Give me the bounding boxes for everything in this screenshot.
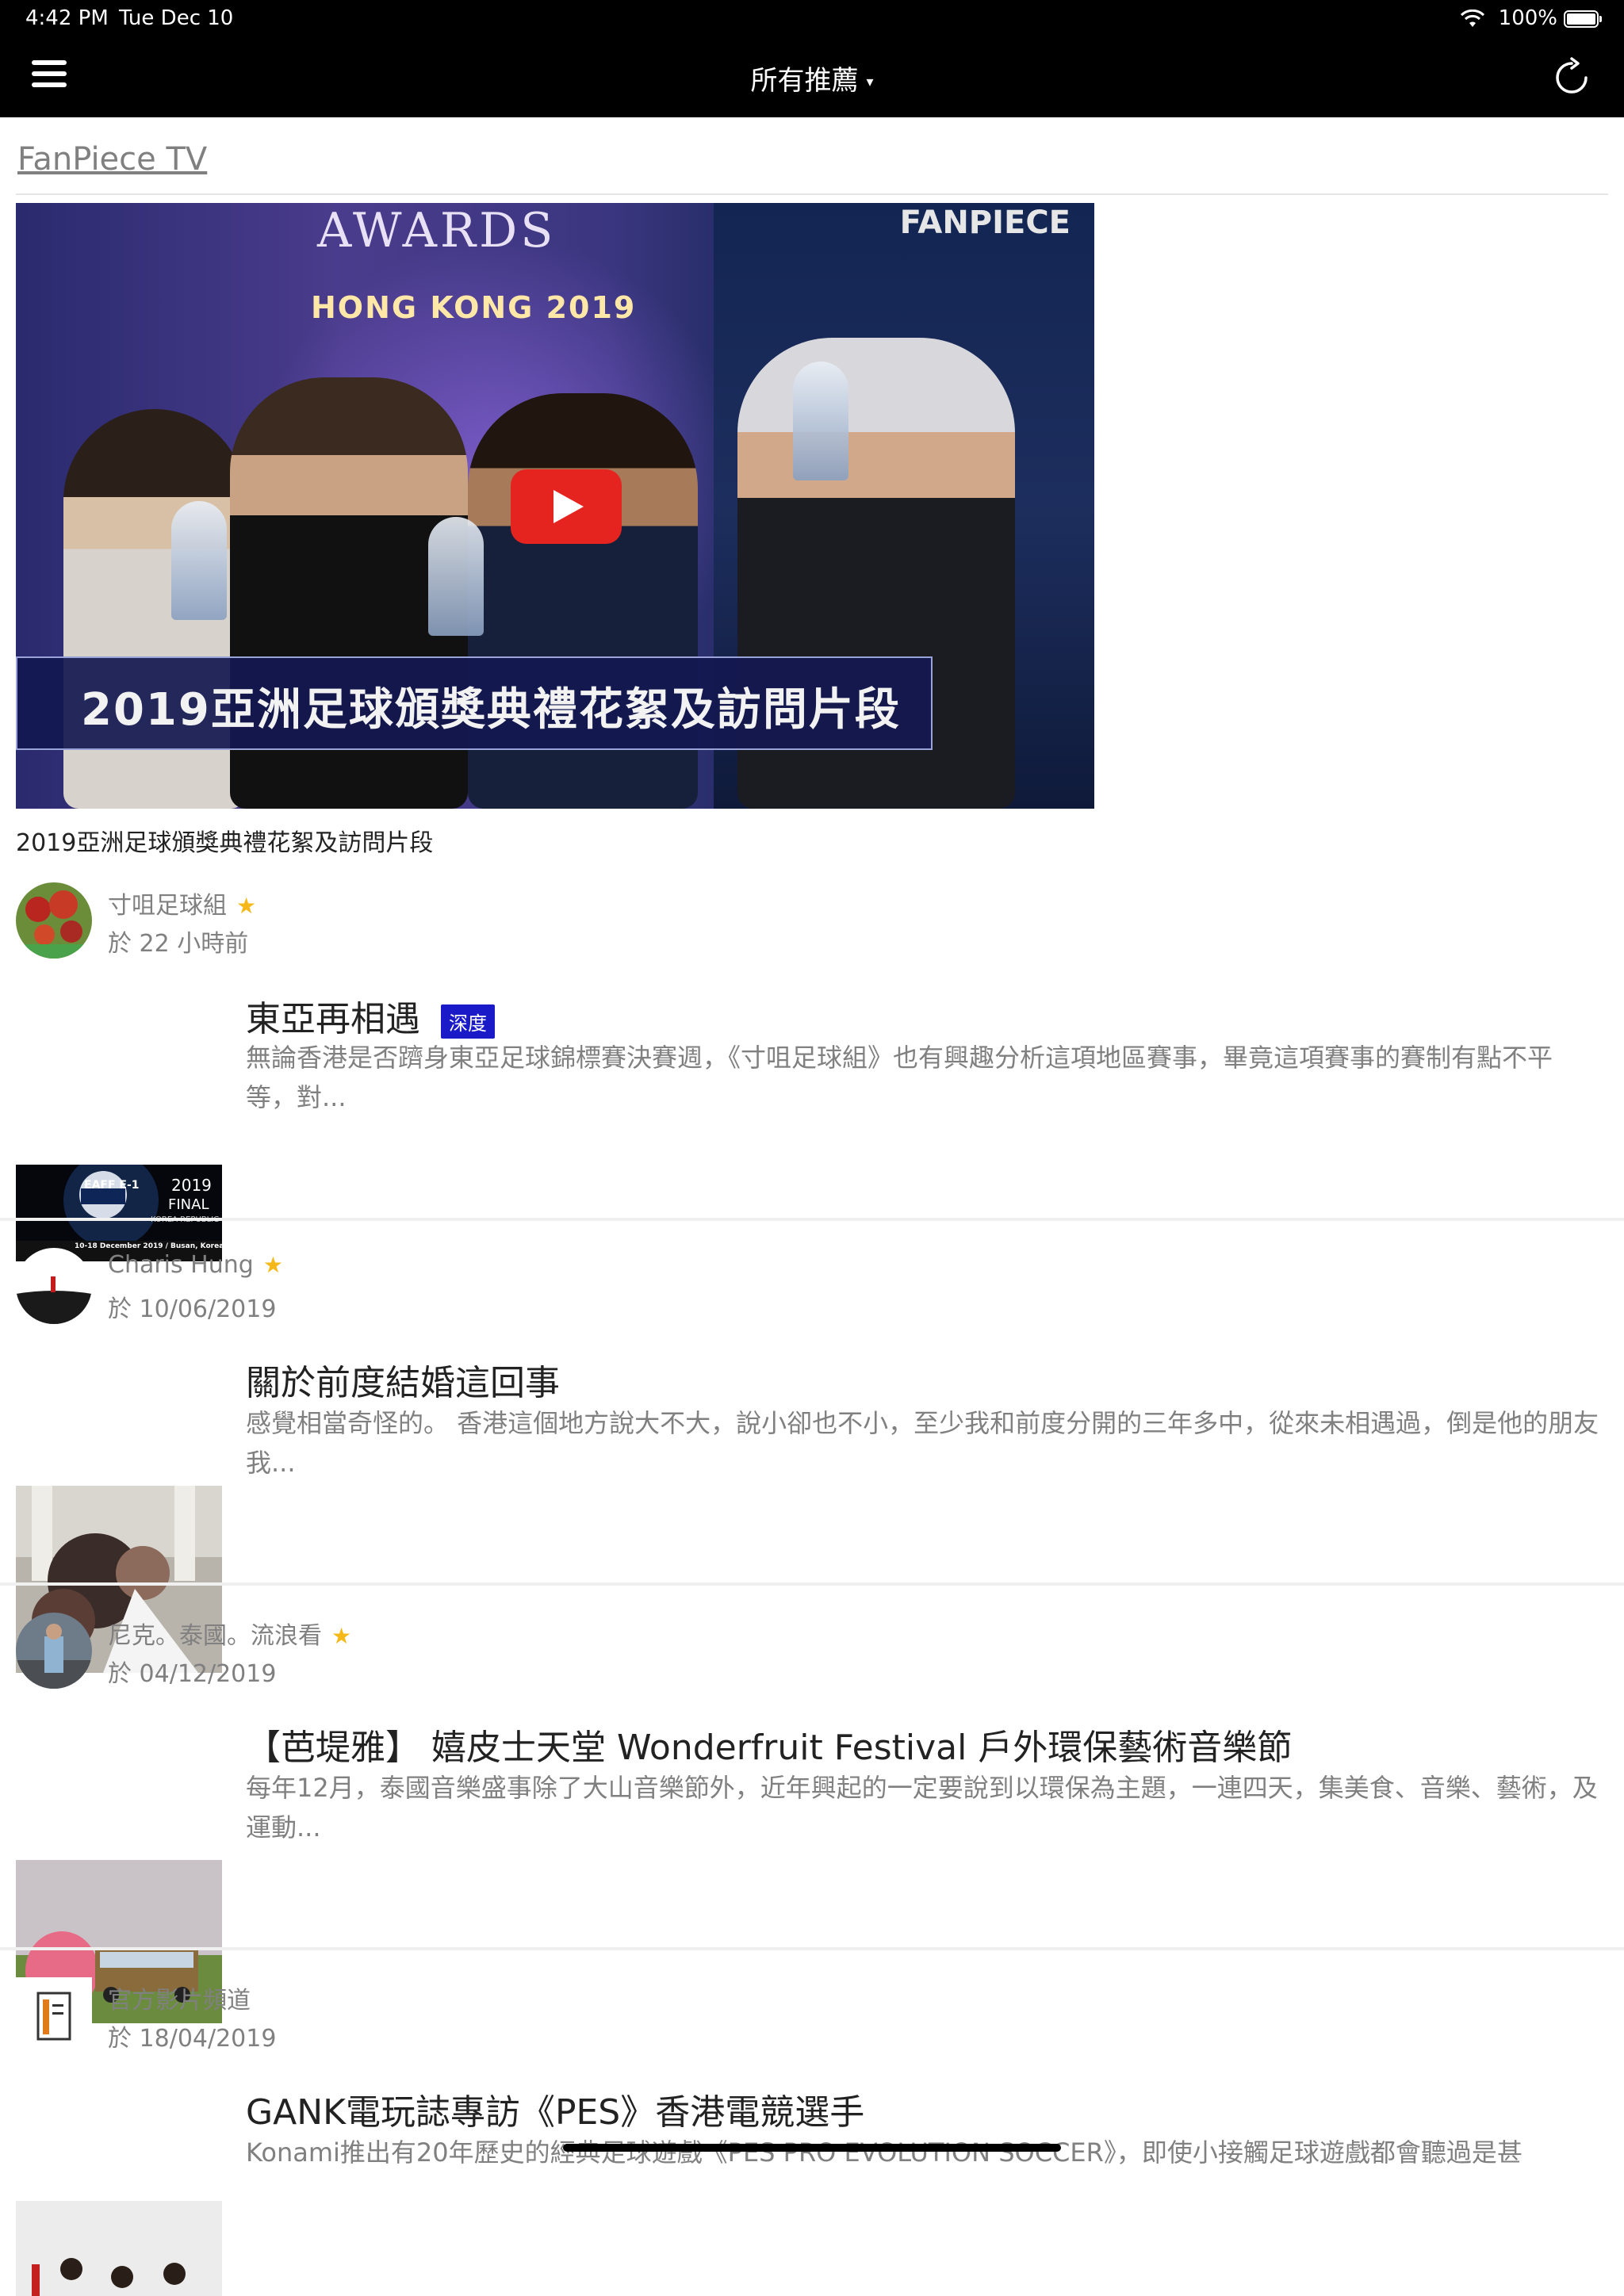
post-headline-text: 東亞再相遇 <box>246 999 420 1039</box>
home-indicator[interactable] <box>563 2144 1061 2152</box>
author-name[interactable]: Charis Hung ★ <box>108 1251 283 1279</box>
author-name[interactable]: 尼克。泰國。流浪看 ★ <box>108 1616 351 1651</box>
author-avatar[interactable] <box>16 882 92 959</box>
star-icon: ★ <box>262 1252 283 1278</box>
thumb-final-text: FINAL <box>168 1196 209 1213</box>
post-headline[interactable]: GANK電玩誌專訪《PES》香港電競選手 <box>246 2084 864 2134</box>
post-excerpt: 無論香港是否躋身東亞足球錦標賽決賽週，《寸咀足球組》也有興趣分析這項地區賽事，畢… <box>246 1043 1553 1112</box>
post-headline[interactable]: 【芭堤雅】 嬉皮士天堂 Wonderfruit Festival 戶外環保藝術音… <box>246 1719 1292 1770</box>
trophy-icon <box>428 517 484 636</box>
video-overlay-caption: 2019亞洲足球頒獎典禮花絮及訪問片段 <box>81 684 901 736</box>
star-icon: ★ <box>236 893 257 919</box>
official-channel-logo-icon <box>36 1992 71 2041</box>
author-name[interactable]: 官方影片頻道 <box>108 1980 251 2015</box>
author-avatar[interactable] <box>16 1248 92 1324</box>
status-date: Tue Dec 10 <box>119 6 234 30</box>
post-divider <box>0 1582 1624 1586</box>
nav-bar: 所有推薦 ▾ <box>0 38 1624 117</box>
nav-title: 所有推薦 <box>750 65 859 97</box>
section-title-fanpiece-tv[interactable]: FanPiece TV <box>17 141 207 178</box>
post-timestamp: 於 04/12/2019 <box>108 1660 277 1688</box>
wifi-icon <box>1461 10 1484 27</box>
post-headline[interactable]: 東亞再相遇 深度 <box>246 990 495 1041</box>
author-name[interactable]: 寸咀足球組 ★ <box>108 886 256 920</box>
avatar-image <box>16 1613 92 1689</box>
trophy-icon <box>171 501 227 620</box>
video-banner-awards: AWARDS <box>317 203 557 258</box>
trophy-icon <box>793 362 848 480</box>
post-excerpt: Konami推出有20年歷史的經典足球遊戲《PES PRO EVOLUTION … <box>246 2137 1522 2168</box>
post-divider <box>0 1947 1624 1950</box>
chevron-down-icon: ▾ <box>866 74 874 90</box>
video-overlay-caption-box: 2019亞洲足球頒獎典禮花絮及訪問片段 <box>16 656 933 750</box>
post-thumbnail[interactable] <box>16 2201 222 2296</box>
author-avatar[interactable] <box>16 1977 92 2053</box>
author-label: 寸咀足球組 <box>108 892 227 920</box>
battery-icon <box>1564 10 1602 28</box>
avatar-image <box>16 1248 92 1324</box>
post-timestamp: 於 18/04/2019 <box>108 2025 277 2053</box>
author-label: 尼克。泰國。流浪看 <box>108 1622 322 1650</box>
video-banner-location: HONG KONG 2019 <box>311 290 637 325</box>
post-timestamp: 於 22 小時前 <box>108 930 249 958</box>
avatar-image <box>16 882 92 959</box>
tag-badge: 深度 <box>441 1004 495 1039</box>
author-label: Charis Hung <box>108 1251 254 1279</box>
post-excerpt: 感覺相當奇怪的。 香港這個地方說大不大，說小卻也不小，至少我和前度分開的三年多中… <box>246 1408 1599 1478</box>
author-avatar[interactable] <box>16 1613 92 1689</box>
featured-video-thumbnail[interactable]: AWARDS HONG KONG 2019 FANPIECE 2019亞洲足球頒… <box>16 203 1094 809</box>
status-time: 4:42 PM <box>25 6 109 30</box>
thumb-dates-text: 10-18 December 2019 / Busan, Korea Rep <box>75 1242 222 1250</box>
play-icon[interactable] <box>511 469 622 544</box>
interview-thumbnail-image <box>16 2201 222 2296</box>
post-headline[interactable]: 關於前度結婚這回事 <box>246 1354 560 1405</box>
battery-percentage: 100% <box>1498 6 1557 30</box>
post-timestamp: 於 10/06/2019 <box>108 1295 277 1323</box>
video-caption[interactable]: 2019亞洲足球頒獎典禮花絮及訪問片段 <box>16 823 433 858</box>
video-brand-logo: FANPIECE <box>899 205 1071 241</box>
post-thumbnail[interactable]: EAFF E-1 2019 FINAL KOREA REPUBLIC 10-18… <box>16 1165 222 1261</box>
feed-filter-dropdown[interactable]: 所有推薦 ▾ <box>0 59 1624 98</box>
star-icon: ★ <box>331 1623 352 1649</box>
thumb-eaff-text: EAFF E-1 <box>84 1179 140 1192</box>
thumb-year-text: 2019 <box>171 1176 212 1195</box>
post-divider <box>0 1218 1624 1221</box>
section-divider <box>16 193 1608 195</box>
refresh-icon[interactable] <box>1551 57 1592 98</box>
status-bar: 4:42 PM Tue Dec 10 100% <box>0 0 1624 38</box>
post-excerpt: 每年12月，泰國音樂盛事除了大山音樂節外，近年興起的一定要說到以環保為主題，一連… <box>246 1773 1598 1843</box>
